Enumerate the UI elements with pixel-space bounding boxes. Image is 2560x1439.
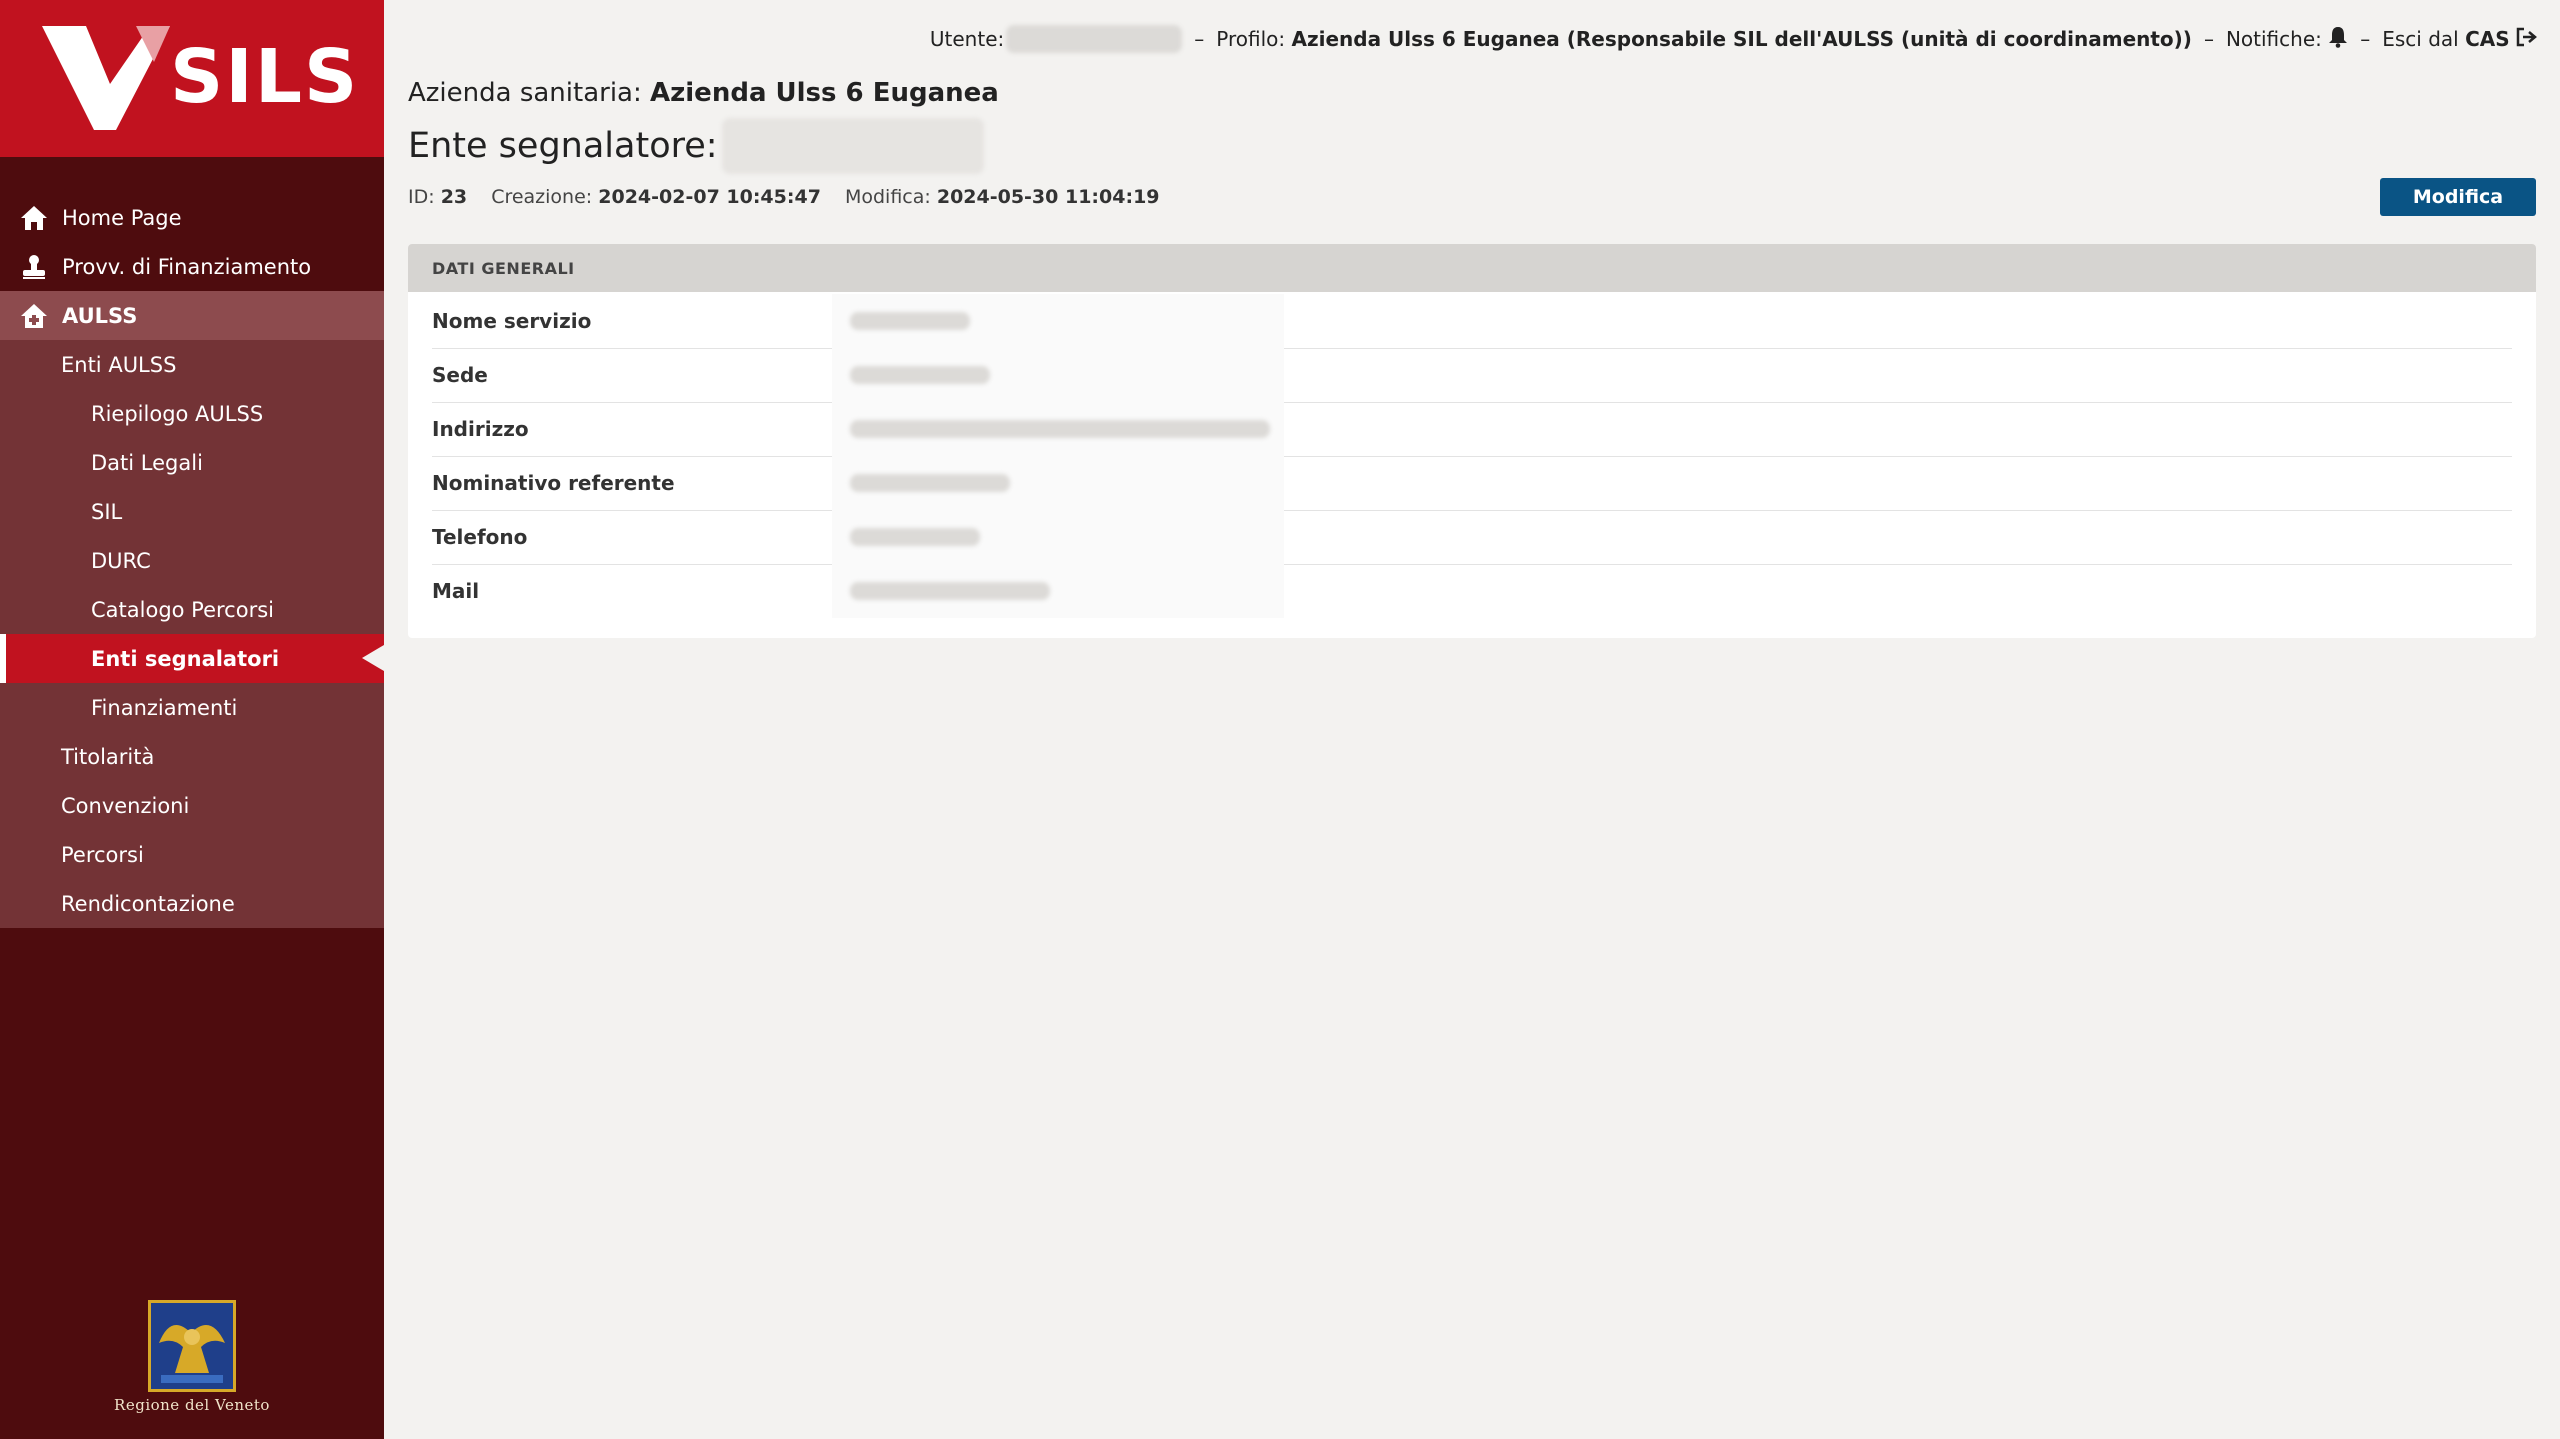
separator: – [2360, 27, 2371, 51]
field-row-nominativo-referente: Nominativo referente [432, 456, 2512, 510]
field-value-redacted [832, 456, 1284, 510]
sidebar-item-provv-finanziamento[interactable]: Provv. di Finanziamento [0, 242, 384, 291]
user-name-redacted [1006, 25, 1183, 53]
sidebar-item-label: Finanziamenti [91, 695, 238, 720]
sidebar-submenu: Enti AULSS Riepilogo AULSS Dati Legali S… [0, 340, 384, 928]
field-row-mail: Mail [432, 564, 2512, 618]
sidebar-item-label: Provv. di Finanziamento [62, 254, 312, 279]
logo[interactable]: SILS [0, 0, 384, 157]
sidebar-item-label: Home Page [62, 205, 182, 230]
created-value: 2024-02-07 10:45:47 [598, 186, 821, 208]
field-row-nome-servizio: Nome servizio [432, 294, 2512, 348]
sidebar-item-sil[interactable]: SIL [0, 487, 384, 536]
sidebar-item-label: Enti segnalatori [91, 646, 280, 671]
notifications-label: Notifiche: [2225, 27, 2322, 51]
field-value-redacted [832, 510, 1284, 564]
logout-icon[interactable] [2516, 27, 2538, 52]
logout-link[interactable]: Esci dal CAS [2382, 27, 2509, 51]
field-label: Indirizzo [432, 417, 529, 441]
hospital-icon [20, 303, 48, 329]
ente-name-redacted [721, 118, 984, 174]
field-row-indirizzo: Indirizzo [432, 402, 2512, 456]
field-value-redacted [832, 294, 1284, 348]
record-metadata: ID: 23 Creazione: 2024-02-07 10:45:47 Mo… [408, 186, 1178, 208]
sidebar-item-label: Rendicontazione [61, 891, 235, 916]
sidebar-nav: Home Page Provv. di Finanziamento AULSS … [0, 193, 384, 928]
sidebar-item-aulss[interactable]: AULSS [0, 291, 384, 340]
sidebar-item-titolarita[interactable]: Titolarità [0, 732, 384, 781]
sidebar-item-label: Riepilogo AULSS [91, 401, 264, 426]
separator: – [2203, 27, 2214, 51]
region-name: Regione del Veneto [114, 1396, 270, 1414]
regione-veneto-logo: Regione del Veneto [0, 1300, 384, 1414]
profile-value[interactable]: Azienda Ulss 6 Euganea (Responsabile SIL… [1291, 27, 2191, 51]
id-value: 23 [440, 186, 468, 208]
sidebar-item-percorsi[interactable]: Percorsi [0, 830, 384, 879]
field-value-redacted [832, 402, 1284, 456]
edit-button[interactable]: Modifica [2380, 178, 2536, 216]
sidebar-item-durc[interactable]: DURC [0, 536, 384, 585]
sidebar-item-dati-legali[interactable]: Dati Legali [0, 438, 384, 487]
panel-title: DATI GENERALI [408, 244, 2536, 292]
field-value-redacted [832, 564, 1284, 618]
sidebar: SILS Home Page Provv. di Finanziamento A… [0, 0, 384, 1439]
field-label: Nome servizio [432, 309, 592, 333]
modified-value: 2024-05-30 11:04:19 [936, 186, 1160, 208]
sidebar-item-enti-aulss[interactable]: Enti AULSS [0, 340, 384, 389]
id-label: ID: [408, 186, 435, 208]
profile-label: Profilo: [1216, 27, 1286, 51]
sidebar-item-riepilogo-aulss[interactable]: Riepilogo AULSS [0, 389, 384, 438]
page-title: Ente segnalatore: [408, 118, 984, 174]
logout-cas: CAS [2465, 27, 2510, 51]
sidebar-item-label: Catalogo Percorsi [91, 597, 274, 622]
field-row-telefono: Telefono [432, 510, 2512, 564]
sidebar-item-finanziamenti[interactable]: Finanziamenti [0, 683, 384, 732]
sidebar-item-label: Titolarità [61, 744, 155, 769]
sidebar-item-label: Dati Legali [91, 450, 203, 475]
lion-crest-icon [148, 1300, 236, 1392]
home-icon [20, 205, 48, 231]
logout-label: Esci dal [2382, 27, 2459, 51]
azienda-label: Azienda sanitaria: [408, 78, 642, 108]
ente-label: Ente segnalatore: [408, 126, 718, 166]
sidebar-item-catalogo-percorsi[interactable]: Catalogo Percorsi [0, 585, 384, 634]
sidebar-item-rendicontazione[interactable]: Rendicontazione [0, 879, 384, 928]
bell-icon[interactable] [2328, 26, 2348, 53]
azienda-value: Azienda Ulss 6 Euganea [650, 78, 999, 108]
modified-label: Modifica: [844, 186, 931, 208]
top-bar: Utente: – Profilo: Azienda Ulss 6 Eugane… [930, 24, 2538, 54]
field-value-redacted [832, 348, 1284, 402]
field-label: Sede [432, 363, 488, 387]
sidebar-item-label: Percorsi [61, 842, 144, 867]
separator: – [1194, 27, 1205, 51]
sidebar-item-label: DURC [91, 548, 151, 573]
sidebar-item-label: SIL [91, 499, 123, 524]
azienda-heading: Azienda sanitaria: Azienda Ulss 6 Eugane… [408, 78, 999, 108]
field-row-sede: Sede [432, 348, 2512, 402]
stamp-icon [20, 254, 48, 280]
field-label: Mail [432, 579, 480, 603]
field-label: Nominativo referente [432, 471, 675, 495]
sidebar-item-convenzioni[interactable]: Convenzioni [0, 781, 384, 830]
sidebar-item-label: Enti AULSS [61, 352, 177, 377]
created-label: Creazione: [491, 186, 593, 208]
sidebar-item-home[interactable]: Home Page [0, 193, 384, 242]
sidebar-item-enti-segnalatori[interactable]: Enti segnalatori [0, 634, 384, 683]
field-label: Telefono [432, 525, 528, 549]
brand-name: SILS [170, 34, 360, 120]
sils-v-logo-icon [42, 26, 170, 130]
sidebar-item-label: AULSS [62, 303, 138, 328]
sidebar-item-label: Convenzioni [61, 793, 190, 818]
user-label: Utente: [929, 27, 1005, 51]
general-data-panel: DATI GENERALI Nome servizio Sede Indiriz… [408, 244, 2536, 638]
